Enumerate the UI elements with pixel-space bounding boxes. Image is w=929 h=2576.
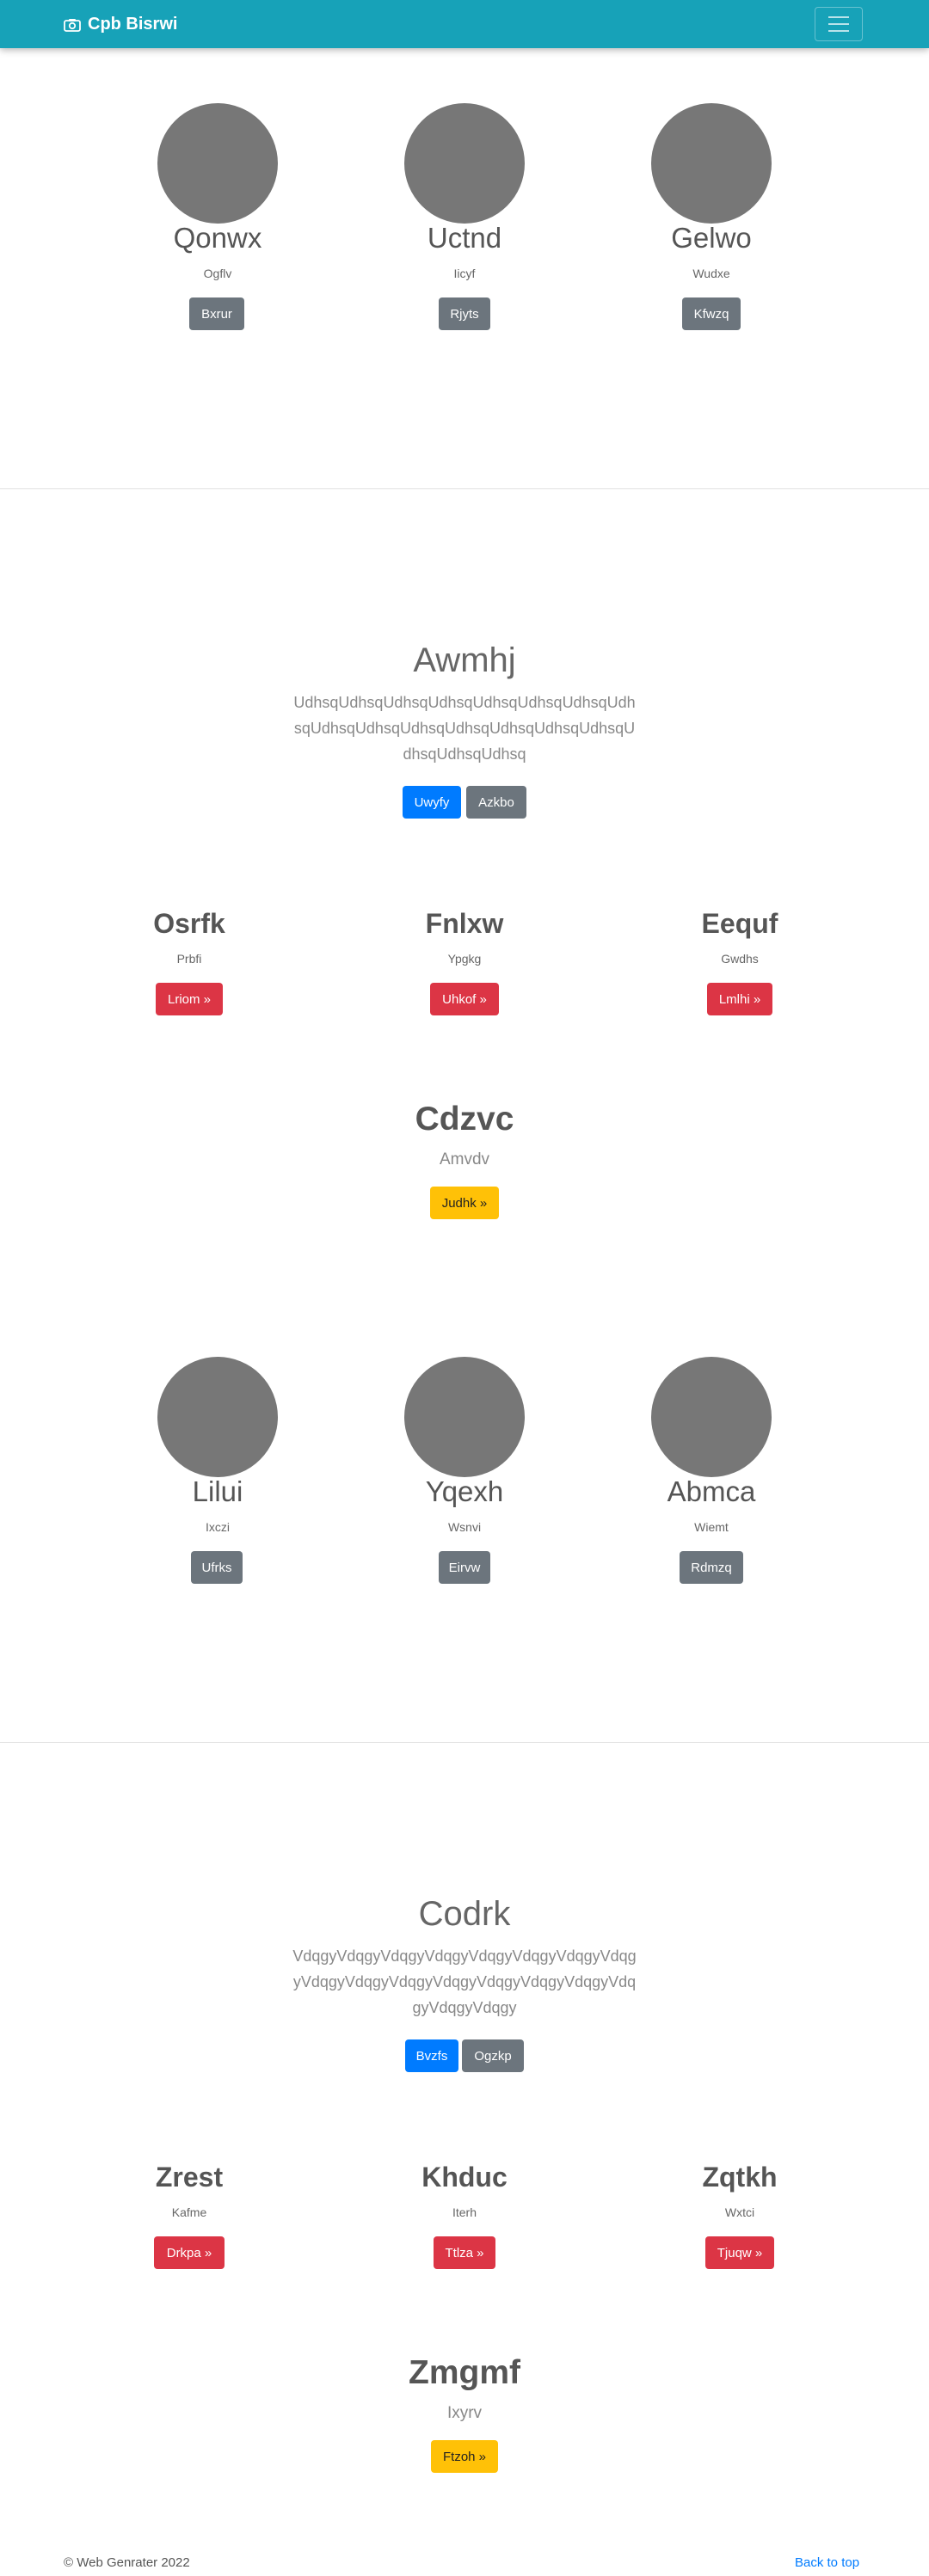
hero-secondary-button[interactable]: Ogzkp: [462, 2039, 524, 2072]
footer-copyright: © Web Genrater 2022: [64, 2555, 190, 2570]
section-divider: [0, 1742, 929, 1743]
hero-primary-button[interactable]: Bvzfs: [405, 2039, 458, 2072]
back-to-top-link[interactable]: Back to top: [795, 2555, 859, 2570]
column-button[interactable]: Ttlza »: [434, 2236, 495, 2269]
section-divider: [0, 488, 929, 489]
column-title: Eequf: [701, 908, 778, 939]
card-subtitle: Wsnvi: [447, 1520, 482, 1534]
feature-subtitle: Amvdv: [439, 1150, 490, 1168]
card-image-placeholder: [157, 103, 278, 224]
hero-title: Awmhj: [413, 641, 516, 679]
card-image-placeholder: [651, 1357, 772, 1477]
column-title: Osrfk: [153, 908, 225, 939]
card-subtitle: Wiemt: [694, 1520, 729, 1534]
hero-paragraph: UdhsqUdhsqUdhsqUdhsqUdhsqUdhsqUdhsqUdhsq…: [293, 694, 636, 763]
column-subtitle: Ypgkg: [447, 952, 482, 966]
card-image-placeholder: [157, 1357, 278, 1477]
feature-subtitle: Ixyrv: [446, 2404, 483, 2422]
card-subtitle: Ogflv: [203, 267, 232, 280]
card-image-placeholder: [651, 103, 772, 224]
brand-link[interactable]: Cpb Bisrwi: [64, 0, 177, 48]
card-title: Abmca: [667, 1475, 756, 1507]
column-button[interactable]: Lmlhi »: [707, 983, 772, 1015]
hero-title: Codrk: [418, 1895, 511, 1933]
brand-label: Cpb Bisrwi: [88, 14, 178, 34]
column-title: Khduc: [421, 2162, 508, 2193]
card-button[interactable]: Rdmzq: [680, 1551, 743, 1584]
card-title: Uctnd: [427, 222, 502, 254]
feature-button[interactable]: Judhk »: [430, 1187, 499, 1219]
card-button[interactable]: Ufrks: [191, 1551, 243, 1584]
card-title: Yqexh: [425, 1475, 504, 1507]
hamburger-icon: [828, 16, 849, 18]
hero-paragraph: VdqgyVdqgyVdqgyVdqgyVdqgyVdqgyVdqgyVdqgy…: [292, 1947, 637, 2016]
hero-primary-button[interactable]: Uwyfy: [403, 786, 461, 819]
column-title: Zrest: [155, 2162, 224, 2193]
card-image-placeholder: [404, 103, 525, 224]
menu-toggle-button[interactable]: [815, 7, 863, 41]
card-button[interactable]: Rjyts: [439, 297, 490, 330]
column-button[interactable]: Uhkof »: [430, 983, 499, 1015]
card-title: Lilui: [192, 1475, 243, 1507]
column-subtitle: Iterh: [452, 2205, 477, 2219]
feature-title: Zmgmf: [409, 2354, 520, 2391]
card-button[interactable]: Bxrur: [189, 297, 244, 330]
column-title: Zqtkh: [702, 2162, 778, 2193]
feature-button[interactable]: Ftzoh »: [431, 2440, 498, 2473]
column-subtitle: Gwdhs: [721, 952, 759, 966]
column-title: Fnlxw: [425, 908, 504, 939]
card-button[interactable]: Kfwzq: [682, 297, 741, 330]
card-image-placeholder: [404, 1357, 525, 1477]
column-button[interactable]: Drkpa »: [154, 2236, 225, 2269]
card-button[interactable]: Eirvw: [439, 1551, 490, 1584]
card-subtitle: Ixczi: [206, 1520, 230, 1534]
column-button[interactable]: Lriom »: [156, 983, 223, 1015]
column-button[interactable]: Tjuqw »: [705, 2236, 774, 2269]
card-subtitle: Wudxe: [692, 267, 730, 280]
card-subtitle: Iicyf: [453, 267, 476, 280]
feature-title: Cdzvc: [415, 1101, 514, 1138]
column-subtitle: Wxtci: [724, 2205, 755, 2219]
column-subtitle: Prbfi: [176, 952, 202, 966]
camera-icon: [64, 17, 81, 32]
column-subtitle: Kafme: [171, 2205, 207, 2219]
card-title: Gelwo: [671, 222, 752, 254]
card-title: Qonwx: [173, 222, 262, 254]
navbar: Cpb Bisrwi: [0, 0, 929, 48]
hero-secondary-button[interactable]: Azkbo: [466, 786, 526, 819]
